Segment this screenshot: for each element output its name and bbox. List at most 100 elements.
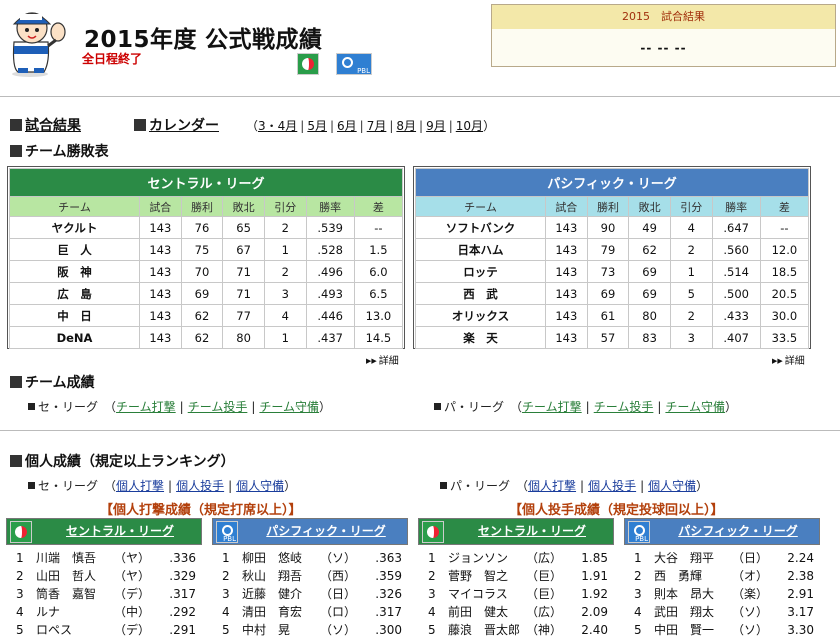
results-link[interactable]: 試合結果 — [25, 118, 81, 134]
pacific-standings-table: パシフィック・リーグ チーム 試合 勝利 敗北 引分 勝率差 ソフトバンク 143 90 49 4… — [415, 168, 810, 349]
player-name: 藤浪 晋太郎 — [448, 623, 521, 637]
central-team-fielding-link[interactable]: チーム守備 — [259, 400, 319, 414]
column-header: 引分 — [669, 196, 713, 217]
stat-value: .326 — [375, 587, 402, 601]
batting-ranking-title: 【個人打撃成績（規定打席以上）】 — [100, 503, 302, 518]
player-name: 川端 慎吾 — [36, 551, 97, 565]
central-individual-links: セ・リーグ （個人打撃 | 個人投手 | 個人守備） — [28, 477, 296, 494]
stat-cell: 61 — [586, 304, 630, 327]
stat-value: 3.17 — [787, 605, 814, 619]
month-link-10[interactable]: 10月 — [456, 119, 483, 133]
ranking-board-header: PBL パシフィック・リーグ — [212, 518, 408, 545]
stat-cell: 6.0 — [353, 260, 404, 283]
player-name: 西 勇輝 — [654, 569, 703, 583]
pacific-individual-fielding-link[interactable]: 個人守備 — [648, 479, 696, 493]
pacific-team-fielding-link[interactable]: チーム守備 — [665, 400, 725, 414]
month-links: （3・4月 | 5月 | 6月 | 7月 | 8月 | 9月 | 10月） — [246, 119, 496, 133]
stat-cell: 67 — [222, 238, 265, 261]
ranking-row: 3 マイコラス （巨） 1.92 — [418, 585, 614, 603]
team-abbr: （ソ） — [732, 605, 769, 619]
team-stats-heading: チーム成績 — [10, 372, 95, 392]
rank: 1 — [428, 551, 436, 565]
ranking-row: 2 菅野 智之 （巨） 1.91 — [418, 567, 614, 585]
team-abbr: （ソ） — [320, 551, 357, 565]
stat-cell: 2 — [669, 238, 713, 261]
month-link-5[interactable]: 5月 — [307, 119, 327, 133]
month-link-3-4[interactable]: 3・4月 — [258, 119, 297, 133]
stat-cell: 70 — [180, 260, 224, 283]
stat-cell: 143 — [139, 326, 182, 349]
team-abbr: （日） — [320, 587, 357, 601]
central-league-icon — [10, 521, 32, 543]
pacific-individual-batting-link[interactable]: 個人打撃 — [528, 479, 576, 493]
standings-row: ロッテ 143 73 69 1.514 18.5 — [415, 260, 810, 283]
ranking-league-link[interactable]: パシフィック・リーグ — [245, 519, 407, 544]
stat-value: .363 — [375, 551, 402, 565]
pacific-team-pitching-link[interactable]: チーム投手 — [594, 400, 654, 414]
month-link-7[interactable]: 7月 — [367, 119, 387, 133]
standings-row: 阪 神 143 70 71 2.496 6.0 — [9, 260, 404, 283]
rank: 2 — [16, 569, 24, 583]
central-individual-fielding-link[interactable]: 個人守備 — [236, 479, 284, 493]
ranking-league-link[interactable]: パシフィック・リーグ — [657, 519, 819, 544]
central-team-batting-link[interactable]: チーム打撃 — [116, 400, 176, 414]
month-link-8[interactable]: 8月 — [396, 119, 416, 133]
team-abbr: （巨） — [526, 569, 563, 583]
player-name: 中田 賢一 — [654, 623, 715, 637]
stat-value: 2.09 — [581, 605, 608, 619]
pacific-details-link[interactable]: 詳細 — [772, 352, 805, 367]
stat-cell: 73 — [586, 260, 630, 283]
rank: 4 — [16, 605, 24, 619]
column-header: 試合 — [139, 196, 182, 217]
player-name: 菅野 智之 — [448, 569, 509, 583]
central-individual-batting-link[interactable]: 個人打撃 — [116, 479, 164, 493]
standings-row: 巨 人 143 75 67 1.528 1.5 — [9, 238, 404, 261]
calendar-link[interactable]: カレンダー — [149, 118, 219, 134]
stat-cell: .500 — [711, 282, 761, 305]
individual-heading: 個人成績（規定以上ランキング） — [10, 451, 235, 471]
player-name: 大谷 翔平 — [654, 551, 715, 565]
rank: 2 — [428, 569, 436, 583]
stat-value: .317 — [169, 587, 196, 601]
ranking-row: 1 ジョンソン （広） 1.85 — [418, 549, 614, 567]
team-abbr: （ソ） — [732, 623, 769, 637]
stat-value: 3.30 — [787, 623, 814, 637]
column-header: チーム — [9, 196, 140, 217]
stat-cell: 62 — [180, 304, 224, 327]
stat-value: 1.85 — [581, 551, 608, 565]
season-status: 全日程終了 — [82, 52, 143, 66]
calendar-nav: カレンダー — [134, 115, 219, 135]
central-details-link[interactable]: 詳細 — [366, 352, 399, 367]
stat-cell: 62 — [628, 238, 671, 261]
pacific-team-batting-link[interactable]: チーム打撃 — [522, 400, 582, 414]
player-name: 中村 晃 — [242, 623, 291, 637]
central-league-icon — [422, 521, 444, 543]
stat-cell: 143 — [139, 260, 182, 283]
pacific-league-icon[interactable]: PBL — [336, 53, 372, 75]
team-name: 巨 人 — [9, 238, 140, 261]
central-league-icon[interactable] — [297, 53, 319, 75]
central-team-pitching-link[interactable]: チーム投手 — [188, 400, 248, 414]
pacific-league-icon: PBL — [628, 521, 650, 543]
ranking-league-link[interactable]: セントラル・リーグ — [39, 519, 201, 544]
ranking-row: 2 山田 哲人 （ヤ） .329 — [6, 567, 202, 585]
ranking-row: 3 則本 昂大 （楽） 2.91 — [624, 585, 820, 603]
pacific-individual-pitching-link[interactable]: 個人投手 — [588, 479, 636, 493]
ranking-row: 5 中村 晃 （ソ） .300 — [212, 621, 408, 639]
stat-cell: 143 — [545, 304, 588, 327]
ranking-league-link[interactable]: セントラル・リーグ — [451, 519, 613, 544]
team-abbr: （西） — [320, 569, 357, 583]
stat-cell: 143 — [545, 282, 588, 305]
stat-cell: 3 — [669, 326, 713, 349]
stat-value: .336 — [169, 551, 196, 565]
month-link-9[interactable]: 9月 — [426, 119, 446, 133]
stat-value: 2.40 — [581, 623, 608, 637]
player-name: 筒香 嘉智 — [36, 587, 97, 601]
central-individual-pitching-link[interactable]: 個人投手 — [176, 479, 224, 493]
stat-cell: 2 — [669, 304, 713, 327]
stat-cell: 1 — [263, 326, 307, 349]
stat-value: .291 — [169, 623, 196, 637]
stat-cell: 143 — [139, 304, 182, 327]
month-link-6[interactable]: 6月 — [337, 119, 357, 133]
player-name: 秋山 翔吾 — [242, 569, 303, 583]
